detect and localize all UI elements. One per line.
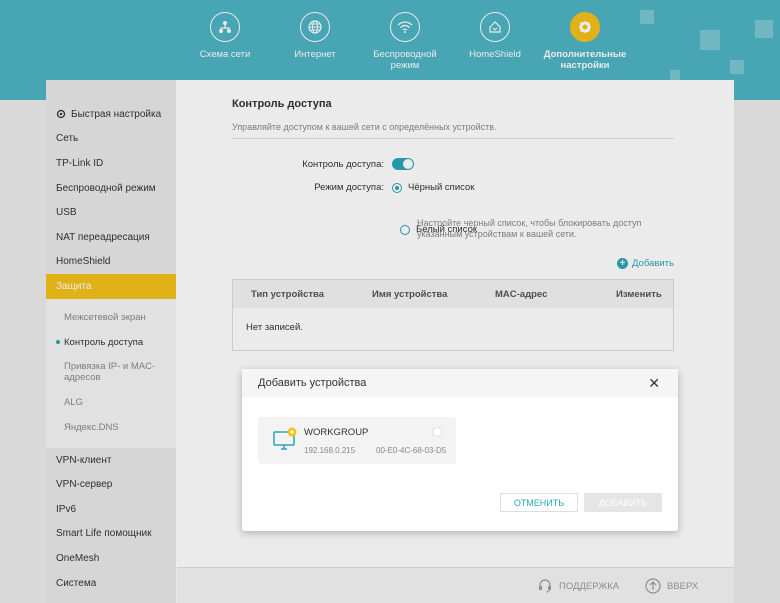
- cancel-button[interactable]: ОТМЕНИТЬ: [500, 493, 578, 512]
- add-button[interactable]: ДОБАВИТЬ: [584, 493, 662, 512]
- device-mac: 00-E0-4C-68-03-D5: [376, 446, 447, 455]
- modal-title: Добавить устройства: [258, 377, 367, 389]
- modal-header: Добавить устройства: [242, 369, 678, 397]
- device-card[interactable]: WORKGROUP 192.168.0.215 00-E0-4C-68-03-D…: [258, 417, 456, 464]
- close-icon[interactable]: ✕: [648, 375, 660, 392]
- device-name: WORKGROUP: [304, 427, 369, 438]
- computer-icon: [272, 427, 298, 454]
- device-select-checkbox[interactable]: [432, 427, 442, 437]
- add-devices-modal: Добавить устройства ✕ WORKGROUP 192.168.…: [242, 369, 678, 531]
- device-ip: 192.168.0.215: [304, 446, 356, 455]
